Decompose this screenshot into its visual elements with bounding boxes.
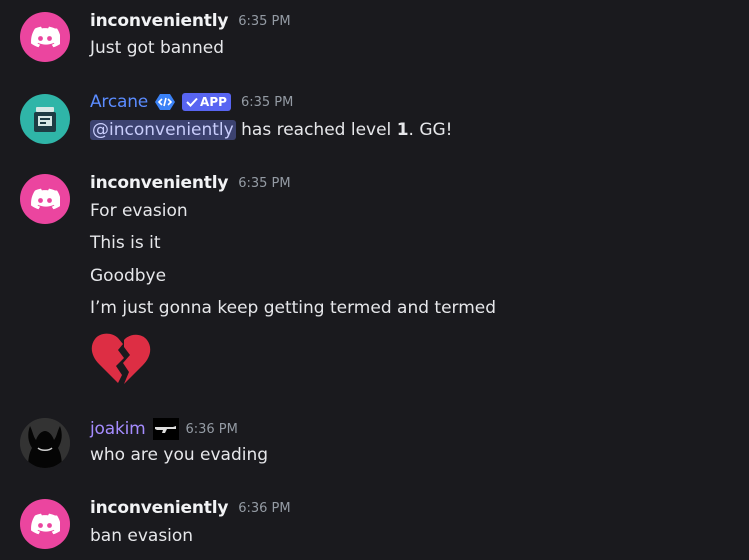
level-number: 1 — [396, 120, 409, 140]
avatar[interactable] — [20, 418, 70, 468]
app-tag: APP — [182, 93, 231, 111]
timestamp: 6:36 PM — [185, 421, 238, 437]
username[interactable]: Arcane — [90, 92, 148, 112]
username[interactable]: inconveniently — [90, 498, 228, 518]
timestamp: 6:35 PM — [238, 175, 291, 191]
message-text: @inconveniently has reached level 1. GG! — [90, 120, 453, 140]
checkmark-icon — [186, 97, 198, 107]
avatar[interactable] — [20, 12, 70, 62]
user-mention[interactable]: @inconveniently — [90, 120, 236, 140]
gun-role-icon — [153, 418, 180, 440]
message-text: This is it — [90, 233, 161, 253]
dark-figure-avatar-icon — [20, 418, 70, 468]
message-text: who are you evading — [90, 445, 269, 465]
username[interactable]: inconveniently — [90, 173, 228, 193]
bucket-icon — [34, 107, 56, 132]
developer-badge-icon — [154, 93, 176, 111]
discord-logo-icon — [31, 513, 60, 535]
avatar[interactable] — [20, 94, 70, 144]
message-text: ban evasion — [90, 526, 194, 546]
app-tag-label: APP — [200, 95, 227, 109]
discord-logo-icon — [31, 26, 60, 48]
timestamp: 6:36 PM — [238, 500, 291, 516]
timestamp: 6:35 PM — [240, 94, 294, 110]
message-text: Goodbye — [90, 266, 167, 286]
message-text: Just got banned — [90, 38, 224, 58]
timestamp: 6:35 PM — [238, 13, 291, 29]
message-text: For evasion — [90, 201, 188, 221]
message-text-part: has reached level — [235, 120, 397, 140]
username[interactable]: inconveniently — [90, 11, 228, 31]
message-text-part: . GG! — [408, 120, 453, 140]
avatar[interactable] — [20, 499, 70, 549]
message-text: I’m just gonna keep getting termed and t… — [90, 298, 497, 318]
discord-logo-icon — [31, 188, 60, 210]
avatar[interactable] — [20, 174, 70, 224]
broken-heart-icon — [90, 332, 152, 388]
username[interactable]: joakim — [90, 419, 146, 439]
